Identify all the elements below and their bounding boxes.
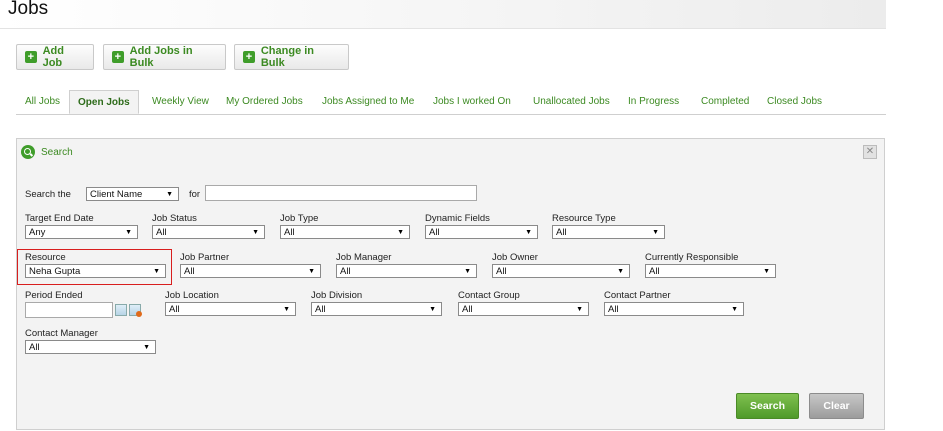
for-label: for	[189, 189, 201, 200]
currently-responsible-select[interactable]: All ▼	[645, 264, 776, 278]
contact-partner-value: All	[608, 304, 619, 315]
chevron-down-icon: ▼	[252, 229, 259, 236]
search-the-label: Search the	[25, 189, 71, 200]
search-panel: Search ✕ Search the Client Name ▼ for Tar…	[16, 138, 885, 430]
close-icon[interactable]: ✕	[863, 145, 877, 159]
resource-value: Neha Gupta	[29, 266, 81, 277]
job-type-select[interactable]: All ▼	[280, 225, 410, 239]
page-title: Jobs	[8, 0, 49, 19]
tab-jobs-assigned-to-me[interactable]: Jobs Assigned to Me	[322, 90, 414, 113]
chevron-down-icon: ▼	[576, 306, 583, 313]
job-status-select[interactable]: All ▼	[152, 225, 265, 239]
search-for-input[interactable]	[205, 185, 477, 201]
job-location-label: Job Location	[165, 290, 219, 301]
tab-completed[interactable]: Completed	[701, 90, 749, 113]
chevron-down-icon: ▼	[652, 229, 659, 236]
chevron-down-icon: ▼	[464, 268, 471, 275]
search-icon	[21, 145, 35, 159]
contact-partner-select[interactable]: All ▼	[604, 302, 744, 316]
contact-group-label: Contact Group	[458, 290, 520, 301]
job-type-label: Job Type	[280, 213, 319, 224]
job-owner-label: Job Owner	[492, 252, 538, 263]
contact-manager-value: All	[29, 342, 40, 353]
target-end-date-select[interactable]: Any ▼	[25, 225, 138, 239]
job-manager-label: Job Manager	[336, 252, 392, 263]
job-location-select[interactable]: All ▼	[165, 302, 296, 316]
contact-group-select[interactable]: All ▼	[458, 302, 589, 316]
resource-type-label: Resource Type	[552, 213, 616, 224]
job-division-value: All	[315, 304, 326, 315]
plus-icon: +	[112, 51, 124, 63]
search-the-select[interactable]: Client Name ▼	[86, 187, 179, 201]
job-partner-value: All	[184, 266, 195, 277]
job-manager-select[interactable]: All ▼	[336, 264, 477, 278]
tab-weekly-view[interactable]: Weekly View	[152, 90, 209, 113]
chevron-down-icon: ▼	[166, 191, 173, 198]
clear-button[interactable]: Clear	[809, 393, 864, 419]
job-manager-value: All	[340, 266, 351, 277]
contact-manager-label: Contact Manager	[25, 328, 98, 339]
tab-closed-jobs[interactable]: Closed Jobs	[767, 90, 822, 113]
change-in-bulk-label: Change in Bulk	[260, 45, 315, 69]
contact-group-value: All	[462, 304, 473, 315]
calendar-icon[interactable]	[115, 304, 127, 316]
currently-responsible-value: All	[649, 266, 660, 277]
job-division-label: Job Division	[311, 290, 363, 301]
job-status-label: Job Status	[152, 213, 197, 224]
period-ended-input[interactable]	[25, 302, 113, 318]
calendar-clear-icon[interactable]	[129, 304, 142, 317]
tab-open-jobs[interactable]: Open Jobs	[69, 90, 139, 114]
period-ended-label: Period Ended	[25, 290, 83, 301]
job-owner-value: All	[496, 266, 507, 277]
job-location-value: All	[169, 304, 180, 315]
search-button[interactable]: Search	[736, 393, 799, 419]
chevron-down-icon: ▼	[143, 344, 150, 351]
resource-type-select[interactable]: All ▼	[552, 225, 665, 239]
target-end-date-label: Target End Date	[25, 213, 94, 224]
chevron-down-icon: ▼	[525, 229, 532, 236]
target-end-date-value: Any	[29, 227, 46, 238]
tab-jobs-i-worked-on[interactable]: Jobs I worked On	[433, 90, 511, 113]
chevron-down-icon: ▼	[397, 229, 404, 236]
job-status-value: All	[156, 227, 167, 238]
chevron-down-icon: ▼	[308, 268, 315, 275]
add-job-label: Add Job	[42, 45, 64, 69]
contact-partner-label: Contact Partner	[604, 290, 671, 301]
chevron-down-icon: ▼	[153, 268, 160, 275]
chevron-down-icon: ▼	[617, 268, 624, 275]
job-tabs: All Jobs Open Jobs Weekly View My Ordere…	[16, 90, 886, 115]
tab-my-ordered-jobs[interactable]: My Ordered Jobs	[226, 90, 303, 113]
page-header: Jobs	[0, 0, 886, 29]
add-job-button[interactable]: + Add Job	[16, 44, 94, 70]
resource-select[interactable]: Neha Gupta ▼	[25, 264, 166, 278]
job-type-value: All	[284, 227, 295, 238]
resource-type-value: All	[556, 227, 567, 238]
add-jobs-in-bulk-label: Add Jobs in Bulk	[129, 45, 193, 69]
plus-icon: +	[25, 51, 37, 63]
search-panel-title: Search	[41, 146, 73, 158]
search-panel-header: Search	[21, 145, 73, 159]
change-in-bulk-button[interactable]: + Change in Bulk	[234, 44, 349, 70]
dynamic-fields-label: Dynamic Fields	[425, 213, 490, 224]
search-the-value: Client Name	[90, 189, 143, 200]
tab-all-jobs[interactable]: All Jobs	[25, 90, 60, 113]
job-division-select[interactable]: All ▼	[311, 302, 442, 316]
dynamic-fields-select[interactable]: All ▼	[425, 225, 538, 239]
contact-manager-select[interactable]: All ▼	[25, 340, 156, 354]
plus-icon: +	[243, 51, 255, 63]
dynamic-fields-value: All	[429, 227, 440, 238]
job-partner-label: Job Partner	[180, 252, 230, 263]
job-owner-select[interactable]: All ▼	[492, 264, 630, 278]
tab-unallocated-jobs[interactable]: Unallocated Jobs	[533, 90, 610, 113]
chevron-down-icon: ▼	[283, 306, 290, 313]
chevron-down-icon: ▼	[763, 268, 770, 275]
resource-label: Resource	[25, 252, 66, 263]
currently-responsible-label: Currently Responsible	[645, 252, 739, 263]
tab-in-progress[interactable]: In Progress	[628, 90, 679, 113]
chevron-down-icon: ▼	[429, 306, 436, 313]
chevron-down-icon: ▼	[731, 306, 738, 313]
chevron-down-icon: ▼	[125, 229, 132, 236]
job-partner-select[interactable]: All ▼	[180, 264, 321, 278]
add-jobs-in-bulk-button[interactable]: + Add Jobs in Bulk	[103, 44, 226, 70]
